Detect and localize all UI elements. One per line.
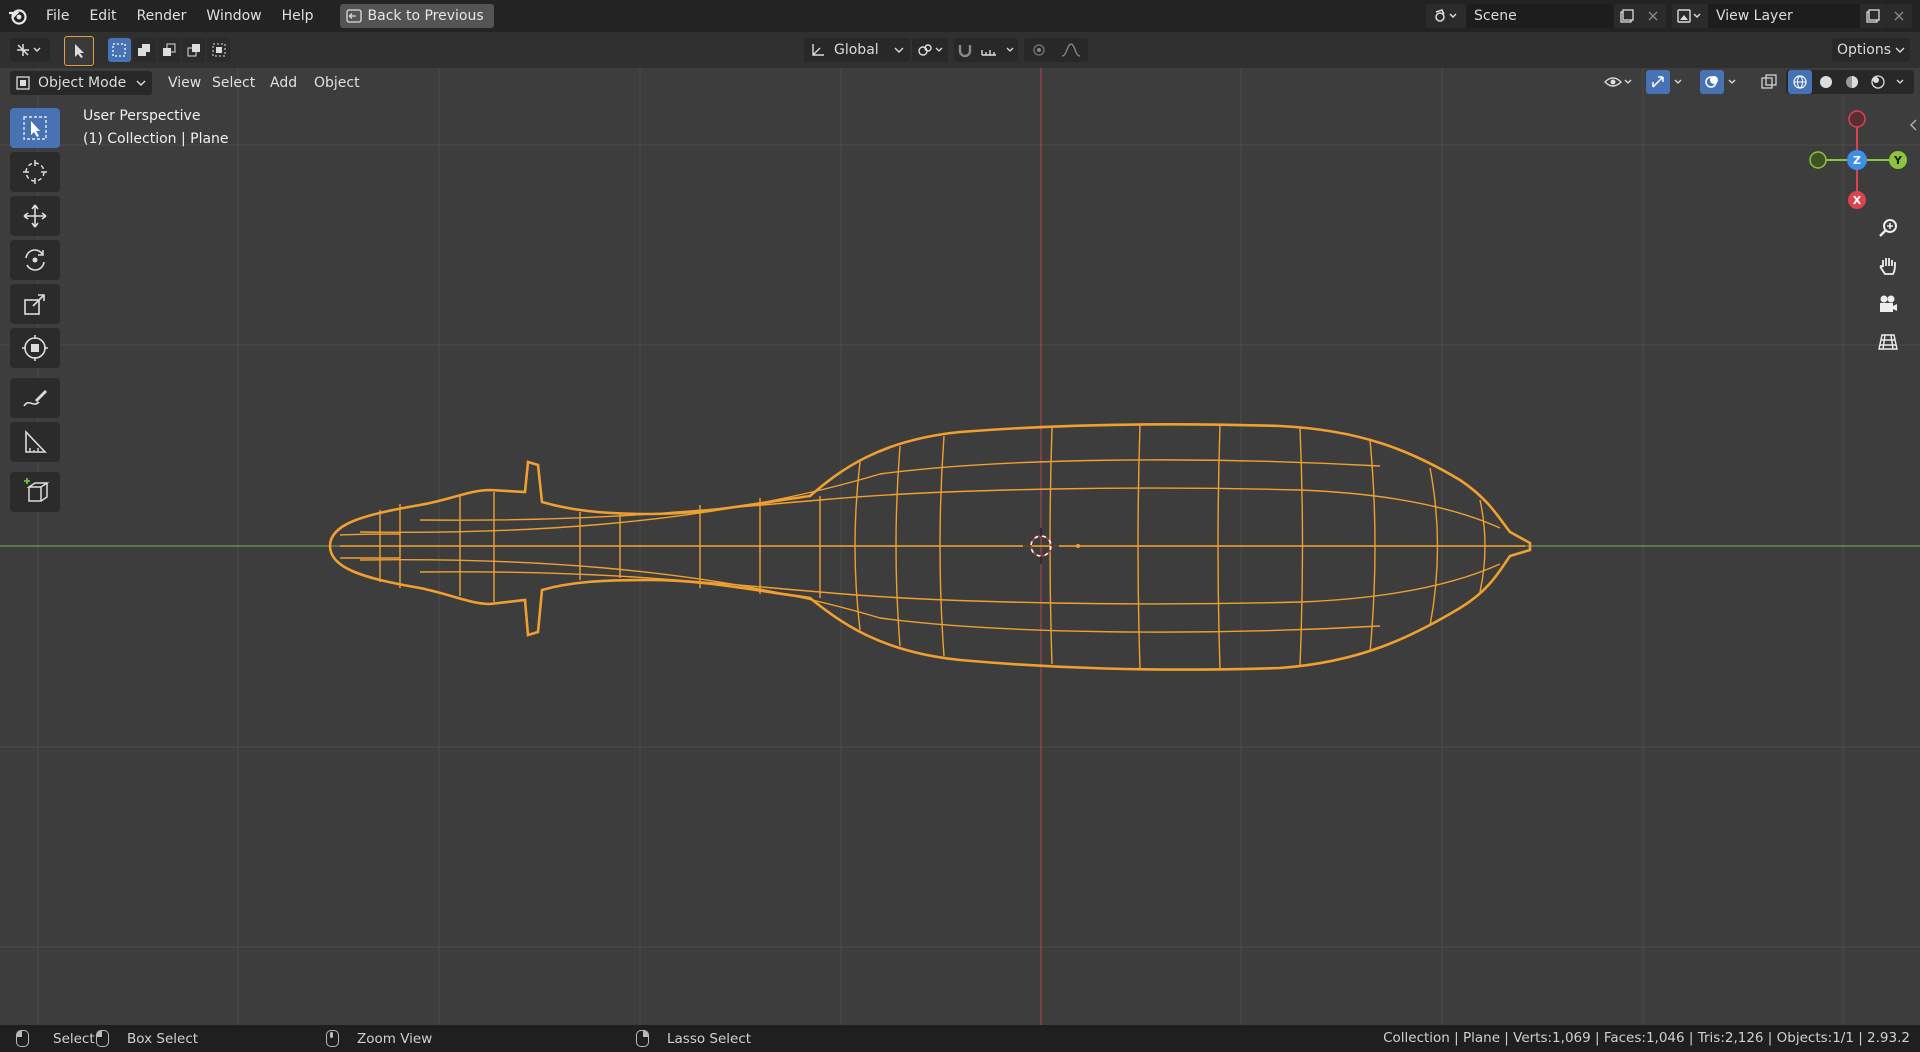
status-zoom-view: Zoom View xyxy=(326,1025,432,1052)
back-icon xyxy=(345,9,362,23)
scene-name-field[interactable]: Scene xyxy=(1466,4,1614,28)
object-origin xyxy=(1076,544,1080,548)
proportional-edit-icon[interactable] xyxy=(1032,43,1046,57)
status-zoom-view-label: Zoom View xyxy=(357,1030,433,1047)
wireframe-shading-icon[interactable] xyxy=(1788,70,1812,94)
menu-edit[interactable]: Edit xyxy=(79,0,126,32)
snap-increment-icon[interactable] xyxy=(980,43,998,57)
tool-settings-bar: Global Options xyxy=(0,32,1920,68)
collection-object-label: (1) Collection | Plane xyxy=(83,131,229,147)
view-layer-selector: View Layer xyxy=(1672,4,1912,28)
orientation-icon xyxy=(812,44,824,56)
snap-magnet-icon[interactable] xyxy=(958,42,972,58)
blender-logo-icon[interactable] xyxy=(0,0,36,32)
eye-icon[interactable] xyxy=(1600,70,1636,94)
scene-icon[interactable] xyxy=(1426,4,1466,28)
back-to-previous-button[interactable]: Back to Previous xyxy=(339,4,494,28)
proportional-editing-group xyxy=(1024,38,1088,62)
gizmo-z-label: Z xyxy=(1853,154,1861,167)
view-name-label: User Perspective xyxy=(83,108,201,124)
viewport-menu-object[interactable]: Object xyxy=(308,72,366,94)
status-box-select: Box Select xyxy=(96,1025,198,1052)
mouse-drag-icon xyxy=(96,1030,109,1047)
hand-pan-icon[interactable] xyxy=(1872,250,1904,282)
options-label: Options xyxy=(1836,42,1892,58)
mouse-middle-icon xyxy=(326,1030,339,1047)
options-dropdown[interactable]: Options xyxy=(1832,38,1910,62)
overlay-icon[interactable] xyxy=(1700,70,1748,94)
menu-help[interactable]: Help xyxy=(272,0,324,32)
grid-icon[interactable] xyxy=(1872,326,1904,358)
active-tool-select-icon[interactable] xyxy=(64,36,94,66)
select-mode-extend-icon[interactable] xyxy=(132,38,156,62)
select-box-icon[interactable] xyxy=(10,108,60,148)
scale-icon[interactable] xyxy=(10,284,60,324)
top-bar: File Edit Render Window Help Back to Pre… xyxy=(0,0,1920,32)
zoom-icon[interactable] xyxy=(1872,212,1904,244)
viewport-menu-select[interactable]: Select xyxy=(206,72,261,94)
transform-orientation-dropdown[interactable]: Global xyxy=(804,38,910,62)
view-layer-new-icon[interactable] xyxy=(1860,4,1886,28)
add-cube-icon[interactable] xyxy=(10,472,60,512)
status-select: Select xyxy=(16,1025,95,1052)
rotate-icon[interactable] xyxy=(10,240,60,280)
view-layer-icon[interactable] xyxy=(1672,4,1708,28)
view-layer-close-icon[interactable] xyxy=(1886,4,1912,28)
object-mode-icon xyxy=(16,76,30,90)
status-bar: Select Box Select Zoom View Lasso Select… xyxy=(0,1025,1920,1052)
status-select-label: Select xyxy=(53,1030,95,1047)
menu-render[interactable]: Render xyxy=(127,0,197,32)
xray-icon[interactable] xyxy=(1756,70,1782,94)
select-mode-intersect-icon[interactable] xyxy=(207,38,230,62)
gizmo-icon[interactable] xyxy=(1646,70,1694,94)
annotate-icon[interactable] xyxy=(10,378,60,418)
scene-selector: Scene xyxy=(1426,4,1666,28)
move-icon[interactable] xyxy=(10,196,60,236)
gizmo-y-label: Y xyxy=(1893,154,1903,167)
menu-file[interactable]: File xyxy=(36,0,79,32)
transform-orientation-label: Global xyxy=(834,42,879,58)
rendered-shading-icon[interactable] xyxy=(1866,70,1890,94)
cursor-icon[interactable] xyxy=(10,152,60,192)
scene-close-icon[interactable] xyxy=(1640,4,1666,28)
mouse-left-icon xyxy=(16,1030,29,1047)
back-to-previous-label: Back to Previous xyxy=(367,8,484,24)
status-lasso-select-label: Lasso Select xyxy=(667,1030,752,1047)
select-mode-subtract-icon[interactable] xyxy=(157,38,181,62)
snapping-group xyxy=(954,38,1018,62)
sidebar-toggle-icon[interactable] xyxy=(1908,118,1918,136)
status-lasso-select: Lasso Select xyxy=(636,1025,751,1052)
toolbar xyxy=(10,108,62,516)
pivot-point-dropdown[interactable] xyxy=(912,38,948,62)
gizmo-x-label: X xyxy=(1853,194,1862,207)
editor-type-icon[interactable] xyxy=(10,38,50,62)
navigation-gizmo[interactable]: Y X Z xyxy=(1800,106,1910,214)
camera-icon[interactable] xyxy=(1872,288,1904,320)
viewport-menu-view[interactable]: View xyxy=(162,72,207,94)
scene-new-icon[interactable] xyxy=(1614,4,1640,28)
selected-mesh-wireframe xyxy=(328,422,1532,671)
select-mode-new-icon[interactable] xyxy=(108,38,131,62)
measure-icon[interactable] xyxy=(10,422,60,462)
viewport-menu-add[interactable]: Add xyxy=(264,72,303,94)
viewport-canvas xyxy=(0,68,1920,1025)
select-mode-difference-icon[interactable] xyxy=(182,38,206,62)
selection-mode-group xyxy=(108,38,230,62)
pivot-icon xyxy=(918,44,932,56)
3d-viewport[interactable] xyxy=(0,68,1920,1025)
mode-label: Object Mode xyxy=(38,75,127,91)
menu-window[interactable]: Window xyxy=(196,0,271,32)
view-layer-name-field[interactable]: View Layer xyxy=(1708,4,1860,28)
scene-statistics: Collection | Plane | Verts:1,069 | Faces… xyxy=(1383,1030,1910,1046)
transform-icon[interactable] xyxy=(10,328,60,368)
mouse-right-icon xyxy=(636,1030,649,1047)
shading-mode-group xyxy=(1786,70,1914,94)
status-box-select-label: Box Select xyxy=(127,1030,199,1047)
material-shading-icon[interactable] xyxy=(1840,70,1864,94)
falloff-curve-icon[interactable] xyxy=(1061,43,1081,57)
solid-shading-icon[interactable] xyxy=(1814,70,1838,94)
interaction-mode-dropdown[interactable]: Object Mode xyxy=(10,71,152,95)
